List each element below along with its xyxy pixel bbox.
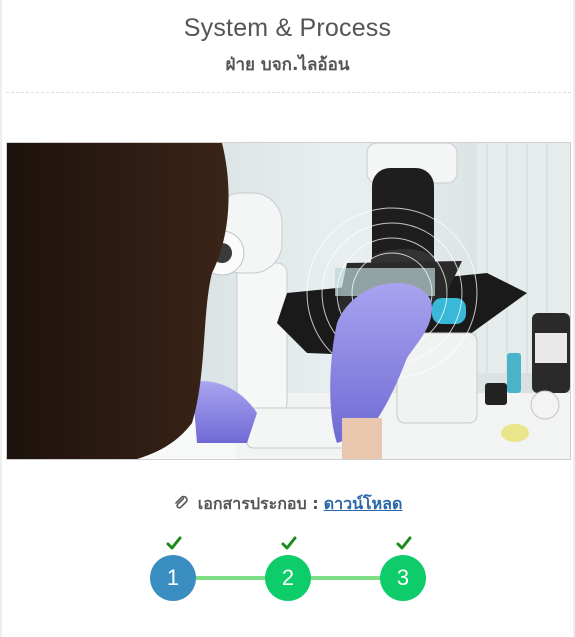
paperclip-icon xyxy=(174,495,188,509)
header-divider xyxy=(6,92,571,93)
check-icon xyxy=(166,536,182,550)
step-1-circle[interactable]: 1 xyxy=(150,555,196,601)
step-connector-2-3 xyxy=(311,576,383,580)
step-2-circle[interactable]: 2 xyxy=(265,555,311,601)
download-link[interactable]: ดาวน์โหลด xyxy=(324,494,403,513)
check-icon xyxy=(281,536,297,550)
step-progress: 1 2 3 xyxy=(0,530,575,610)
page-subtitle: ฝ่าย บจก.ไลอ้อน xyxy=(225,55,350,75)
hero-image xyxy=(6,142,571,460)
step-3-circle[interactable]: 3 xyxy=(380,555,426,601)
attachment-row: เอกสารประกอบ : ดาวน์โหลด xyxy=(0,492,575,517)
step-connector-1-2 xyxy=(196,576,268,580)
page-title: System & Process xyxy=(183,14,392,42)
check-icon xyxy=(396,536,412,550)
attachment-label: เอกสารประกอบ : xyxy=(197,494,319,513)
lab-microscope-illustration xyxy=(7,143,570,459)
